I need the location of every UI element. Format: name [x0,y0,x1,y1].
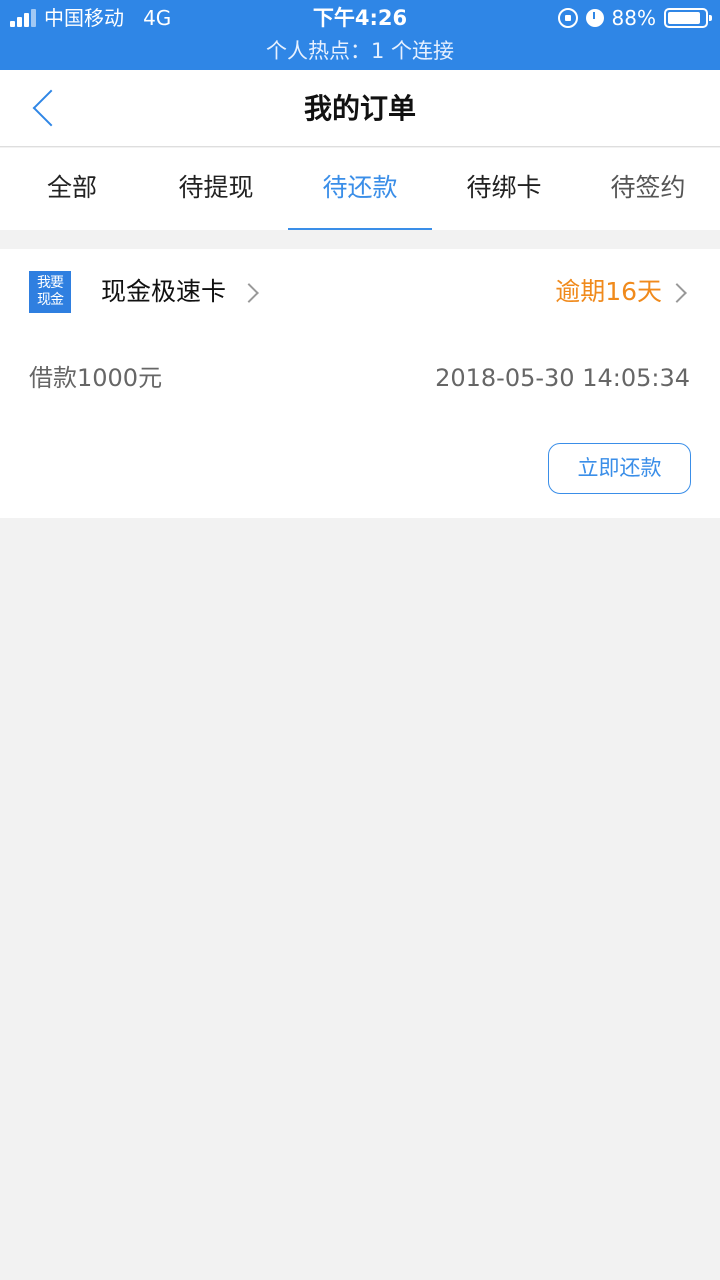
product-name[interactable]: 现金极速卡 [101,275,226,309]
tab-pending-bind-card[interactable]: 待绑卡 [432,148,576,230]
loan-timestamp: 2018-05-30 14:05:34 [435,364,690,392]
status-bar: 中国移动 4G 下午4:26 88% 个人热点：1 个连接 [0,0,720,70]
battery-percent: 88% [611,6,656,30]
order-card[interactable]: 我要 现金 现金极速卡 逾期16天 借款1000元 2018-05-30 14:… [0,249,720,518]
status-right: 88% [557,5,712,31]
product-logo: 我要 现金 [29,271,71,313]
tab-pending-withdraw[interactable]: 待提现 [144,148,288,230]
rotation-lock-icon [557,8,578,28]
battery-icon [664,8,712,28]
nav-bar: 我的订单 [0,70,720,147]
chevron-right-icon[interactable] [667,283,687,303]
battery-fill [668,12,700,24]
status-row: 中国移动 4G 下午4:26 88% [0,0,720,36]
page-title: 我的订单 [303,92,416,125]
repay-now-button[interactable]: 立即还款 [548,443,691,494]
chevron-right-icon[interactable] [239,283,259,303]
tab-pending-repay[interactable]: 待还款 [288,148,432,230]
order-tabs: 全部 待提现 待还款 待绑卡 待签约 [0,148,720,230]
hotspot-banner[interactable]: 个人热点：1 个连接 [0,36,720,66]
tab-all[interactable]: 全部 [0,148,144,230]
alarm-icon [585,9,604,27]
loan-amount: 借款1000元 [29,364,163,392]
tab-pending-sign[interactable]: 待签约 [576,148,720,230]
overdue-status[interactable]: 逾期16天 [555,275,662,309]
